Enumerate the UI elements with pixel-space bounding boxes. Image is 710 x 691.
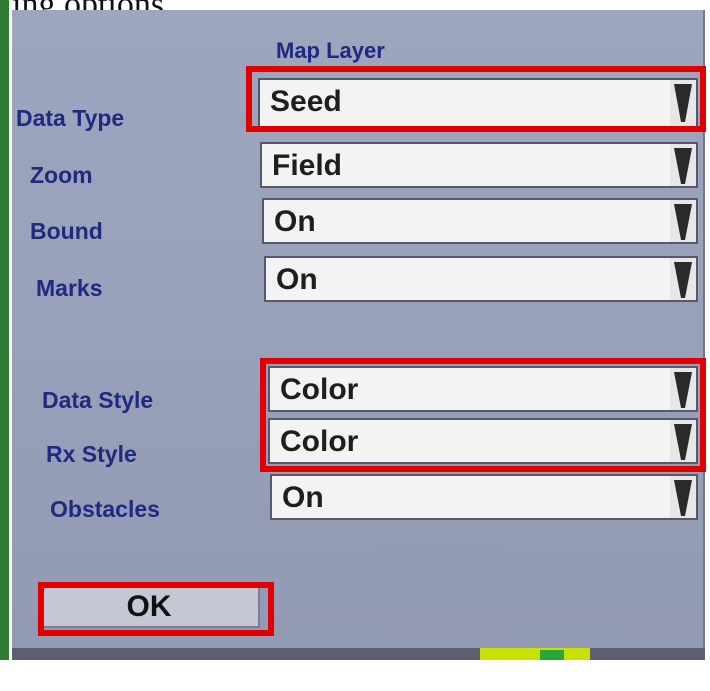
zoom-dropdown[interactable]: Field xyxy=(260,142,698,188)
map-preview-field xyxy=(540,650,564,660)
data-style-label: Data Style xyxy=(42,387,154,413)
dialog-title: Map Layer xyxy=(276,38,385,63)
bound-label: Bound xyxy=(30,218,103,244)
zoom-value: Field xyxy=(272,149,343,182)
zoom-label: Zoom xyxy=(30,162,93,188)
obstacles-value: On xyxy=(282,481,324,514)
obstacles-dropdown[interactable]: On xyxy=(270,474,698,520)
chevron-down-icon xyxy=(670,476,696,518)
bound-value: On xyxy=(274,205,316,238)
left-accent-bar xyxy=(0,0,9,691)
page-background xyxy=(0,660,710,691)
page-caption: ing options xyxy=(12,0,164,23)
map-preview-strip xyxy=(480,648,590,660)
marks-value: On xyxy=(276,263,318,296)
chevron-down-icon xyxy=(670,200,696,242)
chevron-down-icon xyxy=(670,258,696,300)
ok-highlight xyxy=(38,582,274,636)
chevron-down-icon xyxy=(670,144,696,186)
marks-label: Marks xyxy=(36,275,103,301)
obstacles-label: Obstacles xyxy=(50,496,160,522)
data-type-label: Data Type xyxy=(16,105,125,131)
rx-style-label: Rx Style xyxy=(46,441,137,467)
data-type-highlight xyxy=(246,66,706,132)
style-highlight xyxy=(260,358,706,472)
bound-dropdown[interactable]: On xyxy=(262,198,698,244)
dialog-bottom-edge xyxy=(12,648,705,660)
marks-dropdown[interactable]: On xyxy=(264,256,698,302)
